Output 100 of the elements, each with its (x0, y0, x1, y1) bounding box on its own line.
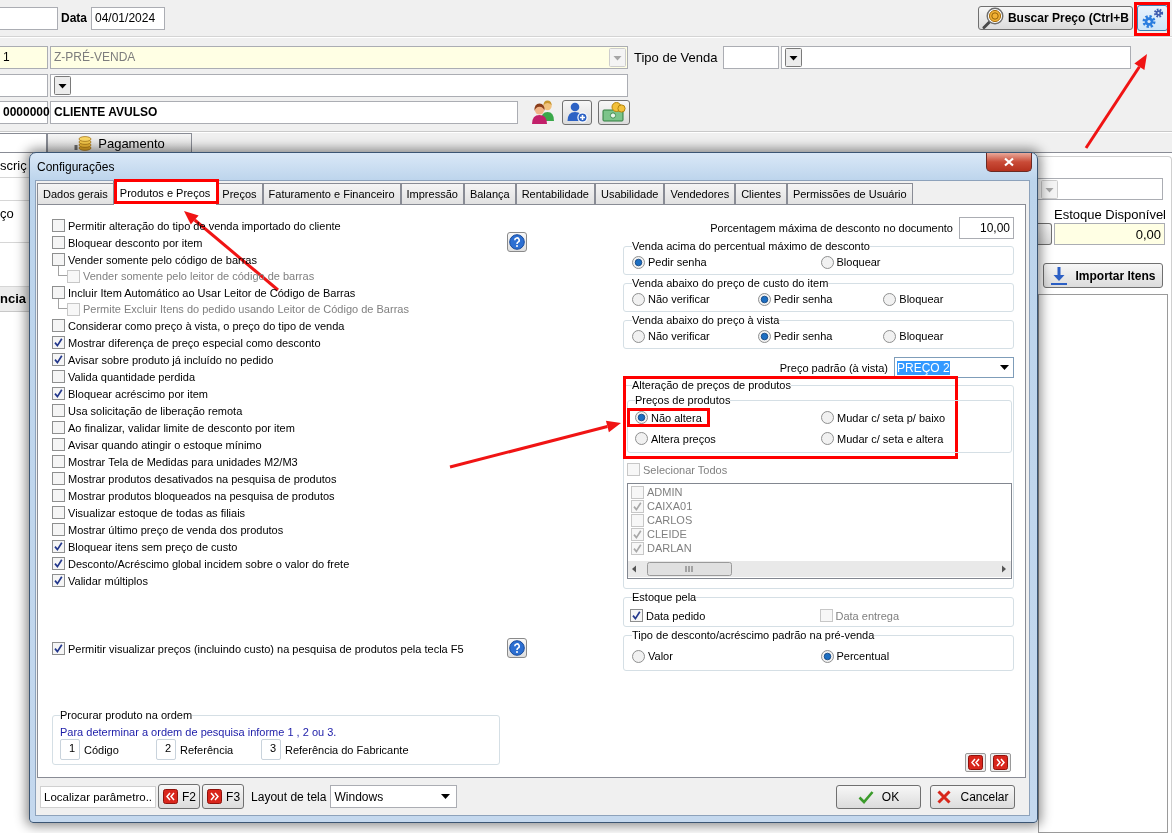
radio-button[interactable] (821, 411, 834, 424)
tab[interactable] (0, 133, 47, 152)
import-button[interactable]: Importar Itens (1043, 263, 1163, 288)
checkbox[interactable] (52, 642, 65, 655)
checkbox[interactable] (52, 319, 65, 332)
stock-field[interactable]: 0,00 (1054, 223, 1165, 245)
radio-label: Percentual (836, 650, 890, 662)
dropdown[interactable] (781, 45, 1132, 69)
close-button[interactable] (986, 153, 1032, 172)
checkbox[interactable] (52, 286, 65, 299)
checkbox[interactable] (52, 219, 65, 232)
group-title: Preços de produtos (635, 394, 731, 407)
tab[interactable]: Balança (463, 183, 516, 204)
checkbox[interactable] (52, 489, 65, 502)
tab[interactable]: Dados gerais (37, 183, 114, 204)
radio-button[interactable] (635, 411, 648, 424)
radio-label: Bloquear (836, 256, 881, 268)
settings-icon (1140, 7, 1165, 29)
checkbox[interactable] (52, 540, 65, 553)
radio-button[interactable] (757, 329, 771, 343)
radio-button[interactable] (632, 329, 645, 343)
tab[interactable]: Pagamento (47, 133, 192, 152)
tab[interactable]: Impressão (400, 183, 464, 204)
banknote-coins-icon (602, 101, 626, 123)
checkbox[interactable] (52, 236, 65, 249)
tab[interactable]: Usabilidade (594, 183, 665, 204)
people-icon[interactable] (530, 99, 556, 125)
text-field[interactable] (723, 45, 780, 69)
radio-button[interactable] (821, 432, 834, 445)
tab[interactable]: Clientes (735, 183, 787, 204)
next-button[interactable] (990, 753, 1011, 772)
tab[interactable]: Preços (216, 183, 263, 204)
radio-label: Valor (648, 650, 673, 662)
radio-label: Altera preços (651, 432, 716, 445)
checkbox-label: Incluir Item Automático ao Usar Leitor de Código de Barras (68, 286, 356, 299)
radio-button[interactable] (635, 432, 648, 445)
date-field[interactable]: 04/01/2024 (91, 6, 165, 30)
order-field[interactable]: 1 (60, 739, 80, 760)
previous-button[interactable] (965, 753, 986, 772)
dropdown[interactable]: Windows (330, 785, 458, 808)
add-user-button[interactable] (562, 99, 592, 125)
radio-label: Não altera (651, 411, 702, 424)
checkbox[interactable] (52, 455, 65, 468)
help-button[interactable] (507, 638, 527, 658)
search-field[interactable]: Localizar parâmetro.. (40, 785, 157, 808)
checkbox[interactable] (52, 557, 65, 570)
next-button[interactable]: F3 (202, 784, 245, 809)
checkbox[interactable] (52, 336, 65, 349)
radio-button[interactable] (883, 292, 897, 306)
text-field[interactable]: 1 (0, 45, 48, 69)
checkbox[interactable] (52, 404, 65, 417)
checkbox-label: Considerar como preço à vista, o preço do tipo de venda (68, 319, 345, 332)
group-title: Venda abaixo do preço de custo do item (632, 277, 829, 290)
previous-button[interactable]: F2 (158, 784, 201, 809)
radio-button[interactable] (820, 255, 834, 269)
price-search-button[interactable]: Buscar Preço (Ctrl+B (977, 6, 1133, 30)
money-button[interactable] (598, 99, 630, 125)
order-field[interactable]: 2 (156, 739, 176, 760)
tab[interactable]: Vendedores (664, 183, 736, 204)
field-label: ço (0, 206, 14, 221)
text-field[interactable]: CLIENTE AVULSO (50, 100, 518, 124)
checkbox[interactable] (52, 506, 65, 519)
checkbox[interactable] (52, 574, 65, 587)
tab[interactable]: Produtos e Preços (112, 181, 218, 205)
tab[interactable]: Rentabilidade (515, 183, 595, 204)
tool-button[interactable] (1038, 223, 1052, 245)
radio-label: Não verificar (648, 330, 710, 342)
checkbox-label: Desconto/Acréscimo global incidem sobre o valor do frete (68, 557, 350, 570)
help-icon (509, 640, 525, 656)
radio-label: Bloquear (899, 330, 944, 342)
checkbox[interactable] (52, 370, 65, 383)
radio-button[interactable] (820, 649, 834, 663)
radio-button[interactable] (632, 292, 645, 306)
horizontal-scrollbar[interactable] (628, 561, 1011, 577)
tab[interactable]: Permissões de Usuário (786, 183, 913, 204)
text-field[interactable]: 0000000 (0, 100, 48, 124)
checkbox[interactable] (52, 438, 65, 451)
ok-button[interactable]: OK (836, 784, 921, 809)
tab[interactable]: Faturamento e Financeiro (262, 183, 401, 204)
checkbox[interactable] (52, 387, 65, 400)
help-button[interactable] (507, 232, 527, 252)
checkbox[interactable] (630, 609, 643, 622)
checkbox[interactable] (52, 253, 65, 266)
tab[interactable]: ncia (0, 287, 29, 312)
radio-button[interactable] (883, 329, 897, 343)
checkbox[interactable] (52, 353, 65, 366)
checkbox[interactable] (52, 472, 65, 485)
group-title: Venda abaixo do preço à vista (632, 314, 780, 327)
radio-button[interactable] (757, 292, 771, 306)
order-field[interactable]: 3 (261, 739, 281, 760)
radio-label: Pedir senha (773, 330, 833, 342)
field-label: Referência (180, 743, 234, 756)
checkbox[interactable] (52, 523, 65, 536)
number-field[interactable]: 10,00 (959, 217, 1014, 239)
text-field[interactable] (0, 6, 58, 30)
radio-button[interactable] (632, 255, 645, 269)
text-field[interactable] (0, 73, 48, 97)
cancel-button[interactable]: Cancelar (930, 784, 1015, 809)
radio-button[interactable] (632, 649, 645, 663)
checkbox[interactable] (52, 421, 65, 434)
